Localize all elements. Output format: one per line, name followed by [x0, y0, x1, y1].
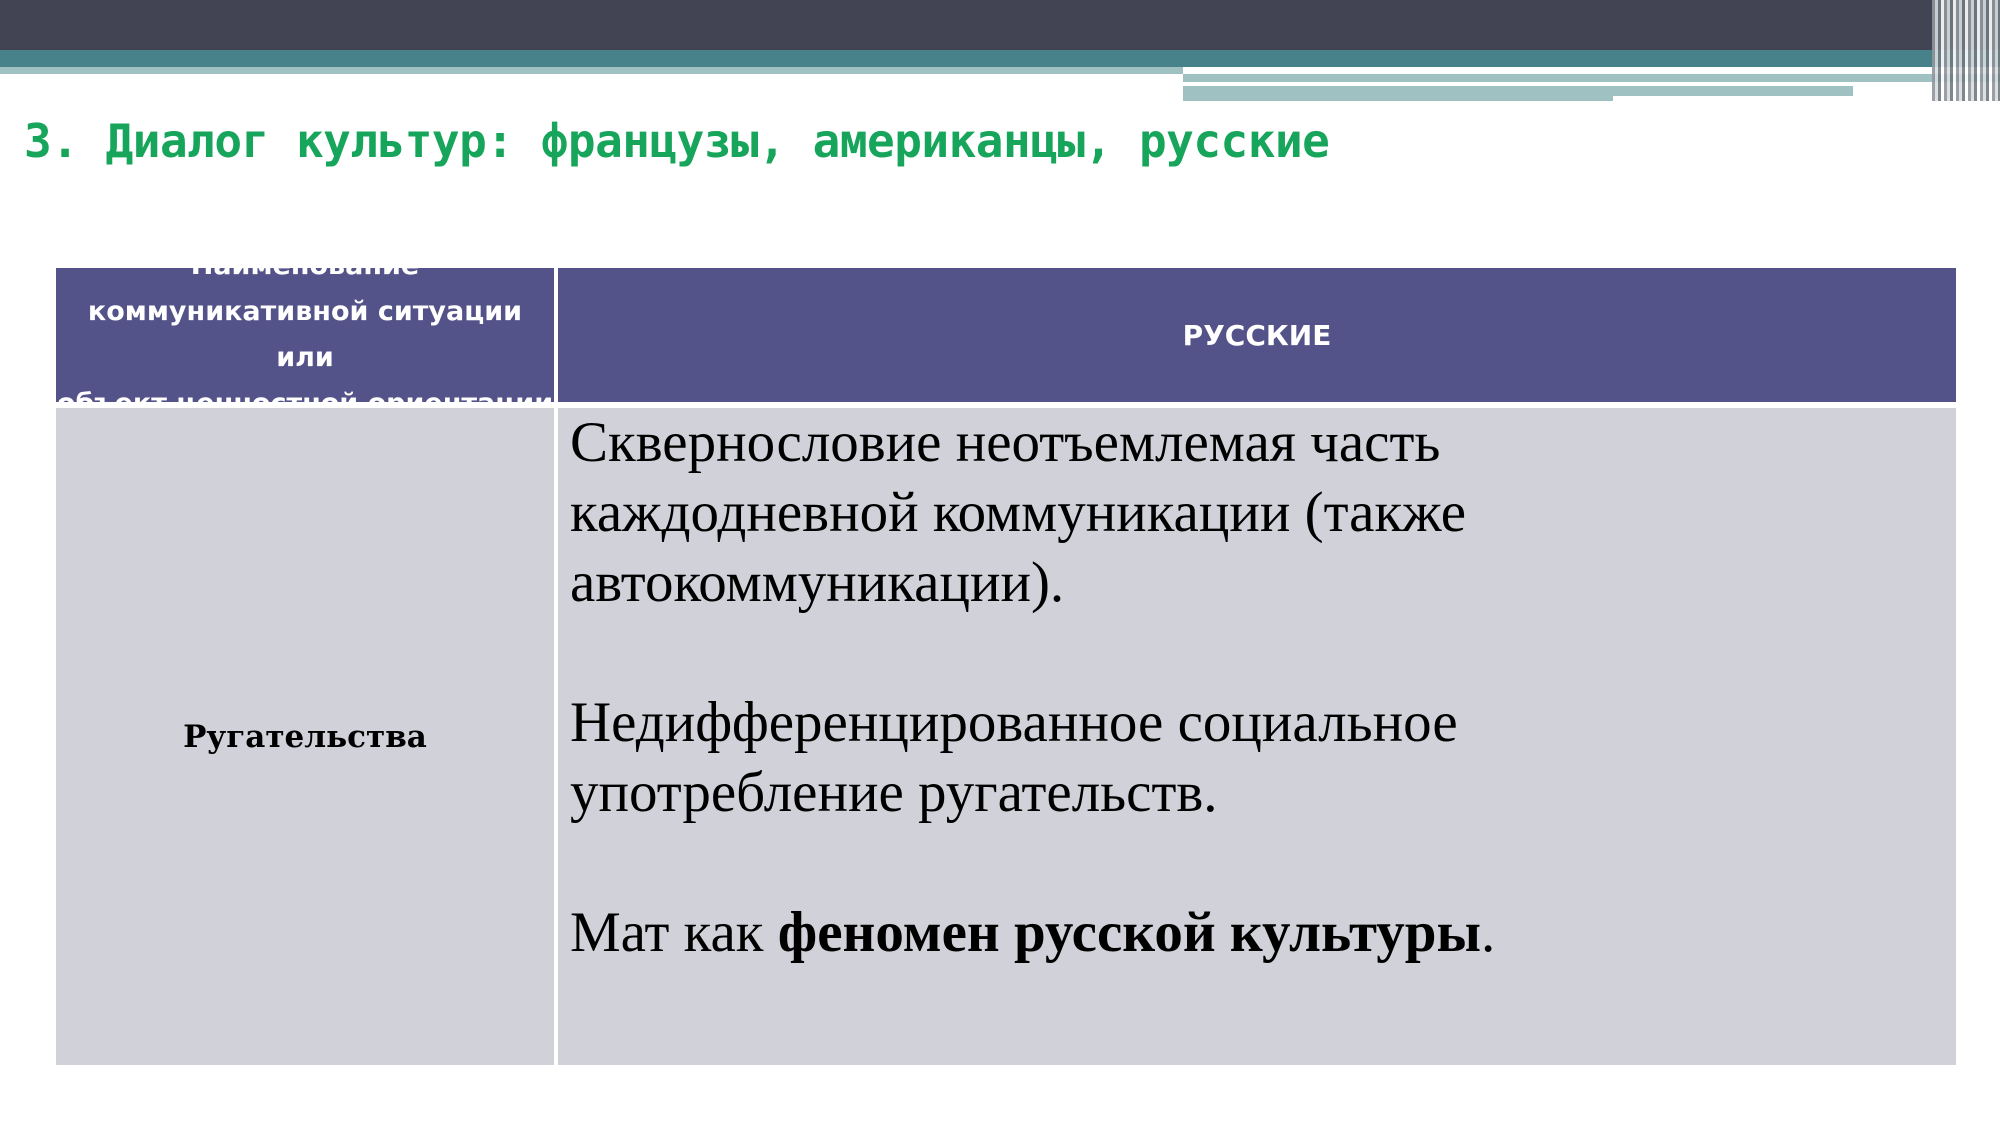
text-line: автокоммуникации).: [570, 551, 1065, 614]
text-line: Недифференцированное социальное: [570, 691, 1458, 754]
row-description-cell: Сквернословие неотъемлемая часть каждодн…: [558, 408, 1956, 1065]
text-prefix: Мат как: [570, 901, 778, 964]
corner-stripes-decoration: [1932, 0, 2000, 101]
paragraph-profanity: Сквернословие неотъемлемая часть каждодн…: [570, 408, 1466, 618]
top-dark-bar: [0, 0, 2000, 50]
text-line: Сквернословие неотъемлемая часть: [570, 411, 1441, 474]
top-teal-bar: [0, 50, 2000, 67]
header-category-line: коммуникативной ситуации или: [87, 296, 523, 373]
comparison-table: Наименование коммуникативной ситуации ил…: [56, 250, 1956, 1065]
text-line: каждодневной коммуникации (также: [570, 481, 1467, 544]
row-label: Ругательства: [183, 718, 427, 755]
header-cell-russians: РУССКИЕ: [558, 268, 1956, 402]
right-accent-gap: [1183, 82, 1853, 86]
slide-title: 3. Диалог культур: французы, американцы,…: [24, 114, 1330, 168]
header-russians-label: РУССКИЕ: [1182, 318, 1332, 352]
paragraph-social-usage: Недифференцированное социальное употребл…: [570, 688, 1458, 828]
paragraph-mat-phenomenon: Мат как феномен русской культуры.: [570, 898, 1495, 968]
text-suffix: .: [1480, 901, 1496, 964]
header-cell-category: Наименование коммуникативной ситуации ил…: [56, 250, 554, 419]
text-emphasis: феномен русской культуры: [777, 901, 1481, 964]
text-line: употребление ругательств.: [570, 761, 1218, 824]
right-accent-bar: [1183, 74, 2000, 82]
top-light-teal-bar: [0, 67, 1183, 74]
header-category-line: Наименование: [190, 250, 420, 281]
row-label-cell: Ругательства: [56, 408, 554, 1065]
